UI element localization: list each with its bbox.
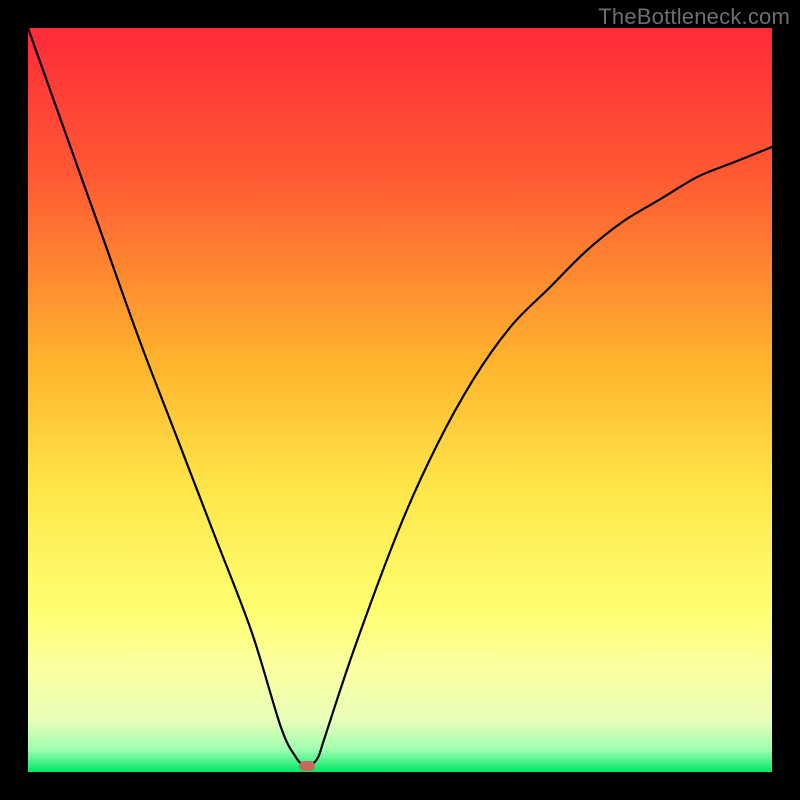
chart-frame: TheBottleneck.com <box>0 0 800 800</box>
curve-line <box>28 28 772 772</box>
plot-area <box>28 28 772 772</box>
minimum-marker <box>299 761 315 771</box>
watermark-text: TheBottleneck.com <box>598 4 790 30</box>
